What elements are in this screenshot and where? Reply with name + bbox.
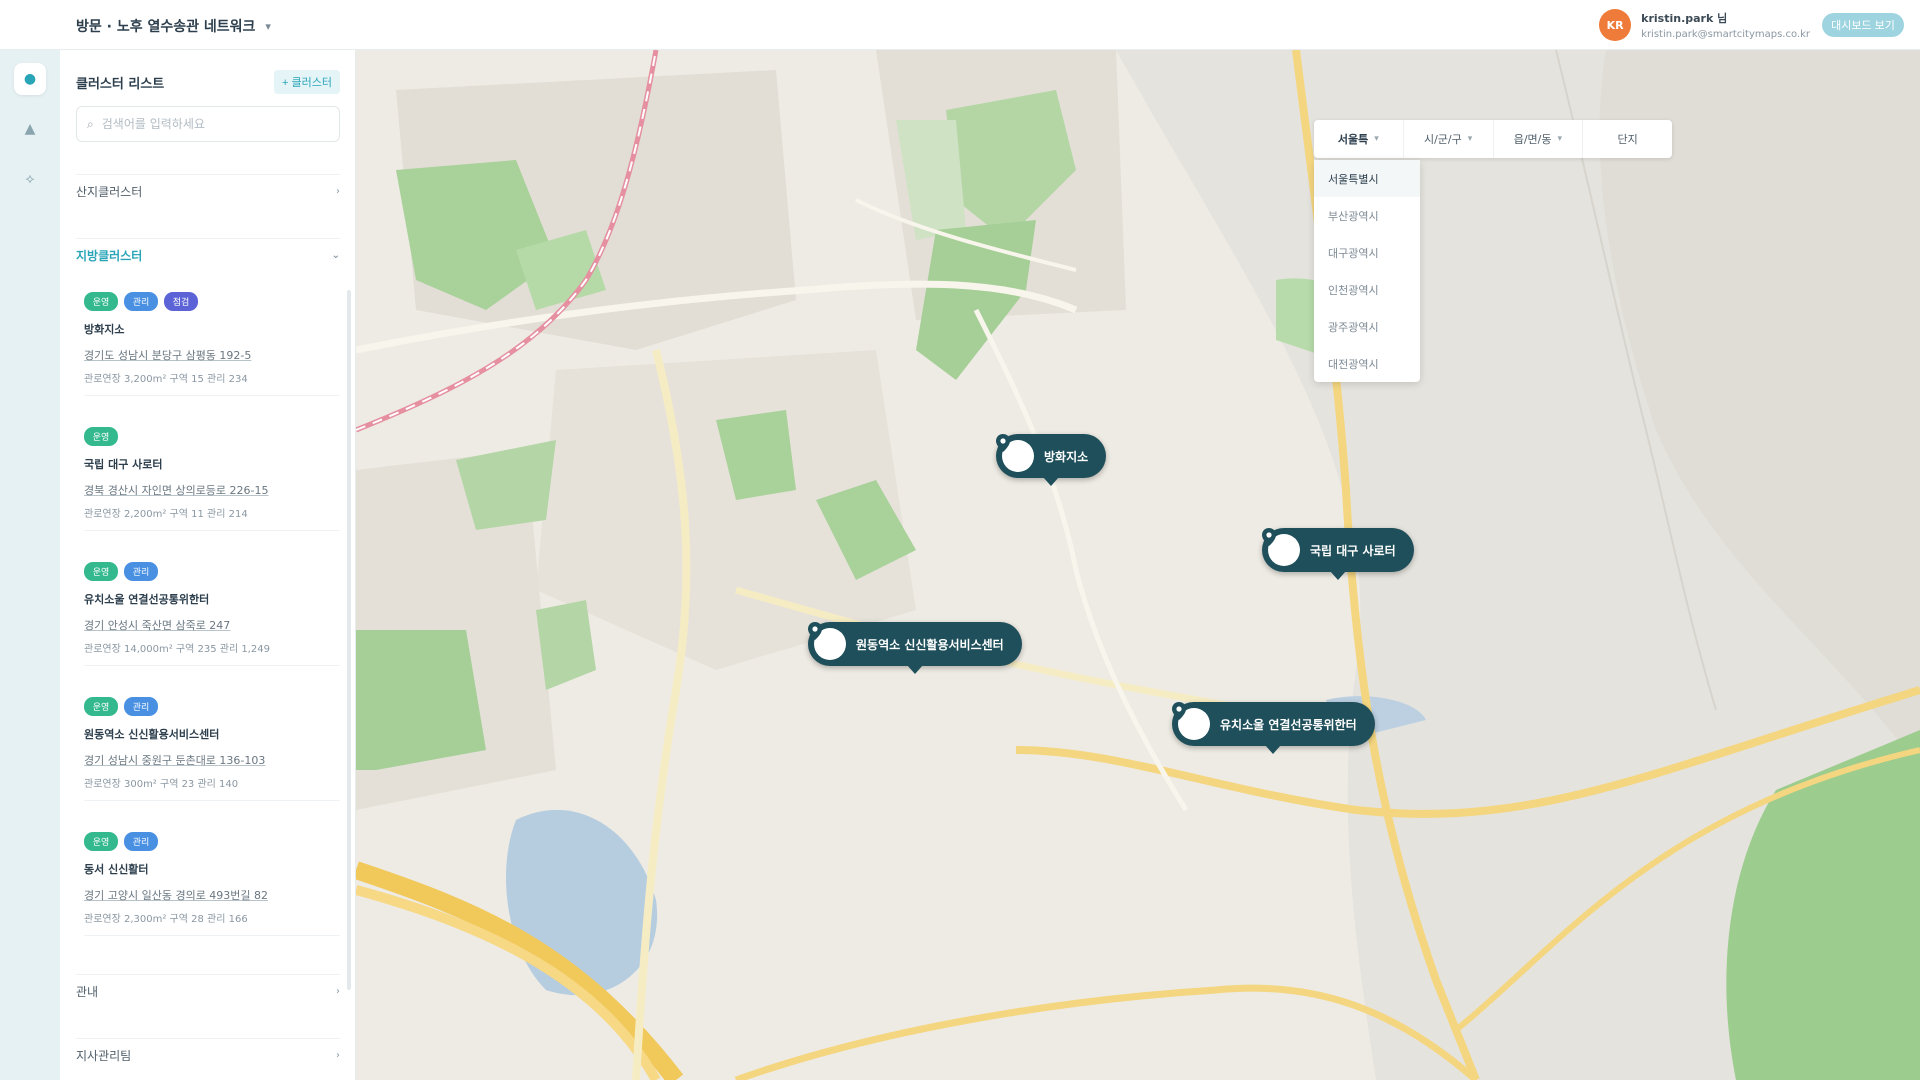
chevron-right-icon: ›: [336, 1050, 340, 1061]
card-address[interactable]: 경기 고양시 일산동 경의로 493번길 82: [84, 887, 340, 903]
chevron-right-icon: ›: [336, 186, 340, 197]
card-meta: 관로연장 300m² 구역 23 관리 140: [84, 779, 239, 790]
chevron-down-icon: ▾: [1557, 134, 1563, 144]
marker-label: 원동역소 신신활용서비스센터: [856, 637, 1004, 652]
status-badge: 관리: [124, 562, 158, 581]
pin-icon: [1172, 702, 1210, 740]
card-name: 국립 대구 사로터: [84, 458, 163, 471]
section-local[interactable]: 관내 ›: [76, 974, 340, 1008]
section-label: 지방클러스터: [76, 249, 143, 263]
card-name: 동서 신신활터: [84, 863, 149, 876]
card-address[interactable]: 경기 성남시 중원구 둔촌대로 136-103: [84, 752, 340, 768]
filter-label: 읍/면/동: [1513, 133, 1552, 146]
filter-district[interactable]: 시/군/구 ▾: [1404, 120, 1494, 158]
pin-icon: [996, 434, 1034, 472]
map-canvas: [356, 50, 1920, 1080]
dropdown-option[interactable]: 대전광역시: [1314, 345, 1420, 382]
card-address[interactable]: 경북 경산시 자인면 상의로등로 226-15: [84, 482, 340, 498]
status-badge: 운영: [84, 562, 118, 581]
dropdown-option[interactable]: 광주광역시: [1314, 308, 1420, 345]
filter-label: 시/군/구: [1423, 133, 1462, 146]
marker-label: 유치소울 연결선공통위한터: [1220, 717, 1357, 732]
location-icon[interactable]: ●: [14, 63, 46, 95]
top-bar: 방문 · 노후 열수송관 네트워크 ▾ KR kristin.park 님 kr…: [0, 0, 1920, 50]
user-email: kristin.park@smartcitymaps.co.kr: [1641, 29, 1810, 40]
chevron-down-icon: ▾: [1374, 134, 1379, 144]
section-label: 산지클러스터: [76, 185, 143, 199]
pin-icon: [1262, 528, 1300, 566]
chevron-down-icon: ▾: [265, 19, 271, 33]
province-dropdown: 서울특별시 부산광역시 대구광역시 인천광역시 광주광역시 대전광역시: [1314, 160, 1420, 382]
filter-label: 단지: [1617, 133, 1638, 146]
icon-rail: ● ▲ ⟡: [0, 50, 60, 1080]
status-badge: 운영: [84, 292, 118, 311]
card-name: 방화지소: [84, 323, 125, 336]
list-item[interactable]: 운영 관리 동서 신신활터 경기 고양시 일산동 경의로 493번길 82 관로…: [84, 826, 340, 936]
project-title: 방문 · 노후 열수송관 네트워크: [76, 19, 256, 35]
building-icon[interactable]: ▲: [14, 113, 46, 145]
dropdown-option[interactable]: 부산광역시: [1314, 197, 1420, 234]
filter-town[interactable]: 읍/면/동 ▾: [1494, 120, 1584, 158]
avatar: KR: [1599, 9, 1632, 41]
panel-title: 클러스터 리스트: [76, 76, 165, 92]
marker-label: 방화지소: [1044, 449, 1089, 464]
section-branch-team[interactable]: 지사관리팀 ›: [76, 1038, 340, 1072]
card-address[interactable]: 경기도 성남시 분당구 삼평동 192-5: [84, 347, 340, 363]
card-name: 유치소울 연결선공통위한터: [84, 593, 210, 606]
card-meta: 관로연장 2,200m² 구역 11 관리 214: [84, 509, 248, 520]
panel-scrollbar[interactable]: [347, 290, 351, 990]
add-cluster-button[interactable]: + 클러스터: [274, 70, 340, 94]
card-meta: 관로연장 14,000m² 구역 235 관리 1,249: [84, 644, 270, 655]
dropdown-option[interactable]: 인천광역시: [1314, 271, 1420, 308]
list-item[interactable]: 운영 관리 원동역소 신신활용서비스센터 경기 성남시 중원구 둔촌대로 136…: [84, 691, 340, 801]
section-mountain-cluster[interactable]: 산지클러스터 ›: [76, 174, 340, 208]
section-label: 관내: [76, 985, 99, 999]
status-badge: 운영: [84, 697, 118, 716]
status-badge: 관리: [124, 697, 158, 716]
card-address[interactable]: 경기 안성시 죽산면 삼죽로 247: [84, 617, 340, 633]
list-item[interactable]: 운영 관리 점검 방화지소 경기도 성남시 분당구 삼평동 192-5 관로연장…: [84, 286, 340, 396]
status-badge: 점검: [164, 292, 198, 311]
status-badge: 운영: [84, 427, 118, 446]
card-name: 원동역소 신신활용서비스센터: [84, 728, 220, 741]
map-marker[interactable]: 유치소울 연결선공통위한터: [1172, 702, 1375, 754]
card-meta: 관로연장 3,200m² 구역 15 관리 234: [84, 374, 248, 385]
list-item[interactable]: 운영 관리 유치소울 연결선공통위한터 경기 안성시 죽산면 삼죽로 247 관…: [84, 556, 340, 666]
card-meta: 관로연장 2,300m² 구역 28 관리 166: [84, 914, 248, 925]
filter-label: 서울특: [1337, 133, 1369, 146]
dashboard-button[interactable]: 대시보드 보기: [1822, 13, 1904, 37]
filter-province[interactable]: 서울특 ▾: [1314, 120, 1404, 158]
map-marker[interactable]: 국립 대구 사로터: [1262, 528, 1414, 580]
chevron-right-icon: ›: [336, 986, 340, 997]
project-selector[interactable]: 방문 · 노후 열수송관 네트워크 ▾: [76, 16, 271, 36]
chevron-down-icon: ⌄: [331, 250, 340, 261]
dropdown-option[interactable]: 서울특별시: [1314, 160, 1420, 197]
dropdown-option[interactable]: 대구광역시: [1314, 234, 1420, 271]
user-name: kristin.park 님: [1641, 12, 1728, 25]
marker-label: 국립 대구 사로터: [1310, 543, 1396, 558]
list-item[interactable]: 운영 국립 대구 사로터 경북 경산시 자인면 상의로등로 226-15 관로연…: [84, 421, 340, 531]
filter-complex[interactable]: 단지: [1583, 120, 1672, 158]
status-badge: 관리: [124, 832, 158, 851]
search-field: ⌕: [76, 106, 340, 142]
pin-icon: [808, 622, 846, 660]
map-marker[interactable]: 방화지소: [996, 434, 1107, 486]
status-badge: 운영: [84, 832, 118, 851]
section-regional-cluster[interactable]: 지방클러스터 ⌄: [76, 238, 340, 272]
chevron-down-icon: ▾: [1467, 134, 1473, 144]
search-icon: ⌕: [87, 116, 94, 131]
map-marker[interactable]: 원동역소 신신활용서비스센터: [808, 622, 1022, 674]
search-input[interactable]: [101, 117, 322, 131]
map-view[interactable]: 서울특 ▾ 시/군/구 ▾ 읍/면/동 ▾ 단지 서울특별시 부산광역시 대구광…: [356, 50, 1920, 1080]
status-badge: 관리: [124, 292, 158, 311]
user-profile[interactable]: KR kristin.park 님 kristin.park@smartcity…: [1599, 9, 1810, 41]
section-label: 지사관리팀: [76, 1049, 132, 1063]
cluster-panel: 클러스터 리스트 + 클러스터 ⌕ 산지클러스터 › 지방클러스터 ⌄ 운영 관…: [60, 50, 356, 1080]
share-icon[interactable]: ⟡: [14, 163, 46, 195]
region-filter-bar: 서울특 ▾ 시/군/구 ▾ 읍/면/동 ▾ 단지: [1314, 120, 1672, 158]
